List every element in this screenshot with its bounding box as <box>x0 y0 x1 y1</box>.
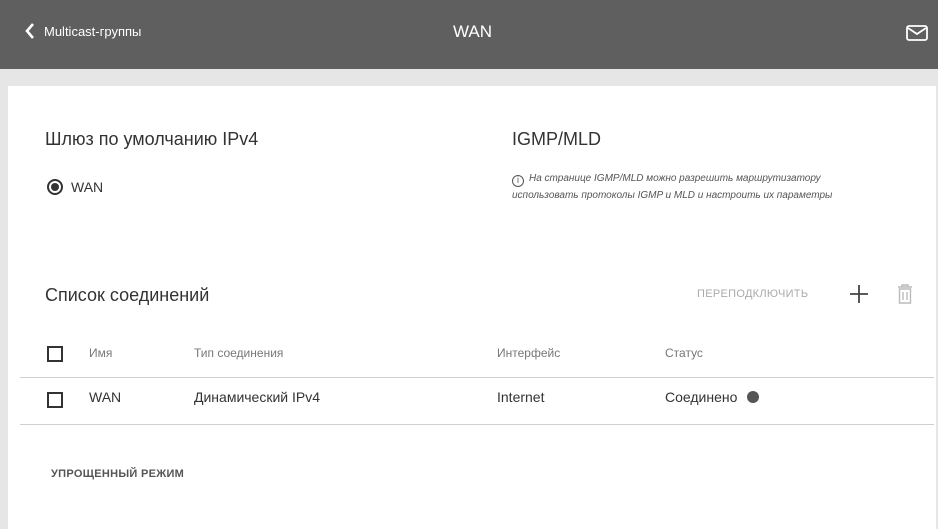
column-header-status: Статус <box>665 346 703 360</box>
info-icon: i <box>512 174 524 187</box>
back-button[interactable]: Multicast-группы <box>24 22 141 40</box>
back-label: Multicast-группы <box>44 23 142 39</box>
gateway-radio-wan[interactable]: WAN <box>47 179 103 195</box>
chevron-left-icon <box>25 23 34 39</box>
column-header-type: Тип соединения <box>194 346 284 360</box>
radio-button[interactable] <box>47 179 63 195</box>
simple-mode-button[interactable]: УПРОЩЕННЫЙ РЕЖИМ <box>51 468 184 480</box>
gateway-title: Шлюз по умолчанию IPv4 <box>45 129 259 149</box>
reconnect-button[interactable]: ПЕРЕПОДКЛЮЧИТЬ <box>697 288 808 300</box>
cell-interface[interactable]: Internet <box>497 389 544 405</box>
column-header-name: Имя <box>89 346 113 360</box>
cell-status[interactable]: Соединено <box>665 389 760 405</box>
igmp-info-line1: На странице IGMP/MLD можно разрешить мар… <box>529 173 821 184</box>
row-divider <box>20 424 934 425</box>
trash-icon[interactable] <box>897 284 913 304</box>
radio-label: WAN <box>71 179 104 195</box>
status-dot-icon <box>747 391 760 403</box>
igmp-title: IGMP/MLD <box>512 129 602 149</box>
row-checkbox[interactable] <box>47 392 63 408</box>
status-text: Соединено <box>665 389 738 405</box>
add-icon[interactable] <box>848 283 870 305</box>
content-card <box>8 86 936 529</box>
select-all-checkbox[interactable] <box>47 346 63 362</box>
cell-name[interactable]: WAN <box>89 389 121 405</box>
mail-icon[interactable] <box>906 25 928 41</box>
top-bar: Multicast-группы WAN <box>0 0 938 69</box>
igmp-info-line2: использовать протоколы IGMP и MLD и наст… <box>512 190 833 201</box>
cell-type[interactable]: Динамический IPv4 <box>194 389 320 405</box>
page-title: WAN <box>453 22 493 41</box>
header-divider <box>20 377 934 378</box>
column-header-interface: Интерфейс <box>497 346 561 360</box>
igmp-info: i На странице IGMP/MLD можно разрешить ма… <box>512 170 892 204</box>
connections-title: Список соединений <box>45 285 210 305</box>
